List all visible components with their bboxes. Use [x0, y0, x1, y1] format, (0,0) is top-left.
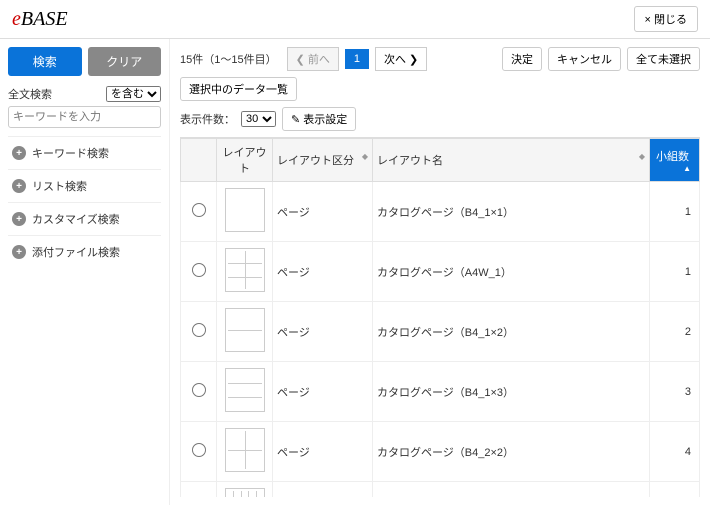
- layout-thumb-icon: [225, 248, 265, 292]
- layout-thumb-icon: [225, 488, 265, 497]
- layout-thumb-icon: [225, 308, 265, 352]
- row-kubun: ページ: [273, 182, 373, 242]
- table-row[interactable]: ページカタログページ（B4_1×3）3: [181, 362, 700, 422]
- row-kubun: ページ: [273, 302, 373, 362]
- app-logo: eBASE: [12, 8, 68, 31]
- plus-icon: +: [12, 245, 26, 259]
- row-radio[interactable]: [192, 203, 206, 217]
- selected-list-button[interactable]: 選択中のデータ一覧: [180, 77, 297, 101]
- table-row[interactable]: ページカタログページ（B4_1×1）1: [181, 182, 700, 242]
- match-select[interactable]: を含む: [106, 86, 161, 102]
- table-row[interactable]: ページカタログページ（B4_2×2）4: [181, 422, 700, 482]
- plus-icon: +: [12, 212, 26, 226]
- sidebar-item-label: 添付ファイル検索: [32, 244, 120, 260]
- row-kubun: ページ: [273, 482, 373, 498]
- search-button[interactable]: 検索: [8, 47, 82, 76]
- row-radio[interactable]: [192, 383, 206, 397]
- col-num[interactable]: 小組数: [650, 139, 700, 182]
- sidebar-item-customize[interactable]: + カスタマイズ検索: [8, 202, 161, 235]
- row-name: カタログページ（B4_2×2）: [373, 422, 650, 482]
- row-num: 3: [650, 362, 700, 422]
- sidebar-item-attachment[interactable]: + 添付ファイル検索: [8, 235, 161, 268]
- sidebar-item-label: カスタマイズ検索: [32, 211, 120, 227]
- row-num: 1: [650, 242, 700, 302]
- plus-icon: +: [12, 179, 26, 193]
- row-kubun: ページ: [273, 422, 373, 482]
- col-layout[interactable]: レイアウト: [217, 139, 273, 182]
- layout-table: レイアウト レイアウト区分 レイアウト名 小組数 ページカタログページ（B4_1…: [180, 138, 700, 497]
- table-row[interactable]: ページカタログページ（B4_1×2）2: [181, 302, 700, 362]
- sidebar-item-list[interactable]: + リスト検索: [8, 169, 161, 202]
- clear-button[interactable]: クリア: [88, 47, 162, 76]
- layout-thumb-icon: [225, 428, 265, 472]
- row-num: 2: [650, 302, 700, 362]
- row-num: 1: [650, 182, 700, 242]
- fulltext-label: 全文検索: [8, 86, 52, 102]
- row-radio[interactable]: [192, 263, 206, 277]
- perpage-select[interactable]: 30: [241, 111, 276, 127]
- row-name: カタログページ（B4_1×2）: [373, 302, 650, 362]
- page-1-button[interactable]: 1: [345, 49, 369, 69]
- decide-button[interactable]: 決定: [502, 47, 542, 71]
- row-kubun: ページ: [273, 242, 373, 302]
- col-kubun[interactable]: レイアウト区分: [273, 139, 373, 182]
- perpage-label: 表示件数：: [180, 111, 235, 127]
- layout-thumb-icon: [225, 188, 265, 232]
- close-button[interactable]: × 閉じる: [634, 6, 698, 32]
- row-kubun: ページ: [273, 362, 373, 422]
- sidebar-item-keyword[interactable]: + キーワード検索: [8, 136, 161, 169]
- next-page-button[interactable]: 次へ ❯: [375, 47, 427, 71]
- row-radio[interactable]: [192, 443, 206, 457]
- prev-page-button[interactable]: ❮ 前へ: [287, 47, 339, 71]
- table-row[interactable]: ページカタログページ（A4W_1）1: [181, 242, 700, 302]
- result-count: 15件（1～15件目）: [180, 51, 277, 67]
- row-name: カタログページ（B4_1×3）: [373, 362, 650, 422]
- keyword-input[interactable]: [8, 106, 161, 128]
- sidebar-item-label: リスト検索: [32, 178, 87, 194]
- layout-thumb-icon: [225, 368, 265, 412]
- sidebar: 検索 クリア 全文検索 を含む + キーワード検索 + リスト検索 + カスタマ…: [0, 39, 170, 505]
- cancel-button[interactable]: キャンセル: [548, 47, 621, 71]
- display-settings-button[interactable]: ✎ 表示設定: [282, 107, 356, 131]
- table-row[interactable]: ページカタログページ（B4_1×5）5: [181, 482, 700, 498]
- row-name: カタログページ（A4W_1）: [373, 242, 650, 302]
- row-name: カタログページ（B4_1×5）: [373, 482, 650, 498]
- col-select: [181, 139, 217, 182]
- plus-icon: +: [12, 146, 26, 160]
- row-num: 5: [650, 482, 700, 498]
- row-name: カタログページ（B4_1×1）: [373, 182, 650, 242]
- col-name[interactable]: レイアウト名: [373, 139, 650, 182]
- deselect-all-button[interactable]: 全て未選択: [627, 47, 700, 71]
- row-num: 4: [650, 422, 700, 482]
- row-radio[interactable]: [192, 323, 206, 337]
- sidebar-item-label: キーワード検索: [32, 145, 109, 161]
